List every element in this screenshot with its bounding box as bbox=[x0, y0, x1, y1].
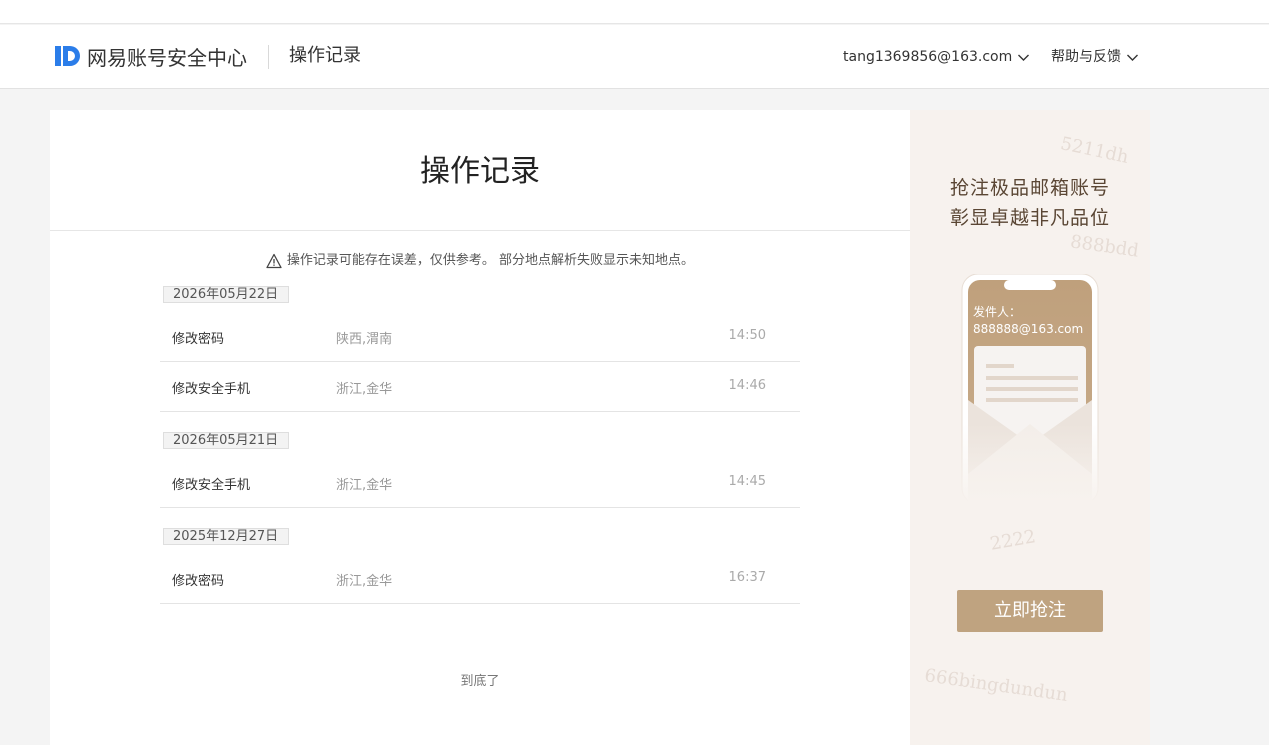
end-of-list-text: 到底了 bbox=[460, 674, 500, 689]
record-time: 14:45 bbox=[728, 474, 766, 489]
warning-icon bbox=[266, 253, 282, 269]
help-menu[interactable]: 帮助与反馈 bbox=[1051, 47, 1139, 67]
ad-banner[interactable]: 5211dh 888bdd 2222 666bingdundun 抢注极品邮箱账… bbox=[910, 110, 1150, 745]
chevron-down-icon bbox=[1018, 54, 1030, 61]
record-row: 修改密码 陕西,渭南 14:50 bbox=[160, 312, 800, 362]
ad-watermark: 2222 bbox=[988, 526, 1038, 555]
record-operation: 修改密码 bbox=[172, 332, 225, 347]
record-location: 陕西,渭南 bbox=[336, 332, 393, 347]
record-time: 16:37 bbox=[728, 570, 766, 585]
notice-text: 操作记录可能存在误差，仅供参考。 部分地点解析失败显示未知地点。 bbox=[286, 253, 695, 268]
ad-headline: 抢注极品邮箱账号 bbox=[949, 177, 1110, 199]
header: 网易账号安全中心 操作记录 tang1369856@163.com 帮助与反馈 bbox=[0, 25, 1269, 89]
date-tag: 2026年05月22日 bbox=[163, 286, 289, 303]
help-label: 帮助与反馈 bbox=[1051, 49, 1121, 65]
record-location: 浙江,金华 bbox=[336, 478, 393, 493]
record-operation: 修改密码 bbox=[172, 574, 225, 589]
record-time: 14:46 bbox=[728, 378, 766, 393]
record-operation: 修改安全手机 bbox=[172, 478, 251, 493]
ad-subheadline: 彰显卓越非凡品位 bbox=[949, 207, 1110, 229]
card-divider bbox=[50, 230, 910, 231]
top-strip bbox=[0, 0, 1269, 24]
notice: 操作记录可能存在误差，仅供参考。 部分地点解析失败显示未知地点。 bbox=[50, 251, 910, 271]
brand-name: 网易账号安全中心 bbox=[87, 45, 247, 70]
record-location: 浙江,金华 bbox=[336, 382, 393, 397]
record-row: 修改安全手机 浙江,金华 14:45 bbox=[160, 458, 800, 508]
date-tag: 2025年12月27日 bbox=[163, 528, 289, 545]
phone-sender-email: 888888@163.com bbox=[973, 322, 1084, 336]
chevron-down-icon bbox=[1127, 54, 1138, 61]
logo[interactable]: 网易账号安全中心 bbox=[54, 43, 247, 70]
header-page-title: 操作记录 bbox=[289, 45, 361, 66]
account-email: tang1369856@163.com bbox=[843, 49, 1013, 65]
date-tag: 2026年05月21日 bbox=[163, 432, 289, 449]
record-row: 修改安全手机 浙江,金华 14:46 bbox=[160, 362, 800, 412]
record-row: 修改密码 浙江,金华 16:37 bbox=[160, 554, 800, 604]
register-now-button[interactable]: 立即抢注 bbox=[957, 590, 1103, 632]
ad-watermark: 888bdd bbox=[1068, 231, 1141, 262]
ad-watermark: 666bingdundun bbox=[923, 665, 1069, 706]
record-location: 浙江,金华 bbox=[336, 574, 393, 589]
header-divider bbox=[268, 45, 269, 69]
phone-sender-label: 发件人： bbox=[973, 305, 1022, 319]
operation-record-card: 操作记录 操作记录可能存在误差，仅供参考。 部分地点解析失败显示未知地点。 20… bbox=[50, 110, 910, 745]
account-menu[interactable]: tang1369856@163.com bbox=[843, 47, 1030, 67]
id-logo-icon bbox=[55, 46, 80, 66]
record-operation: 修改安全手机 bbox=[172, 382, 251, 397]
ad-watermark: 5211dh bbox=[1058, 133, 1131, 168]
card-title: 操作记录 bbox=[420, 154, 540, 189]
record-time: 14:50 bbox=[728, 328, 766, 343]
